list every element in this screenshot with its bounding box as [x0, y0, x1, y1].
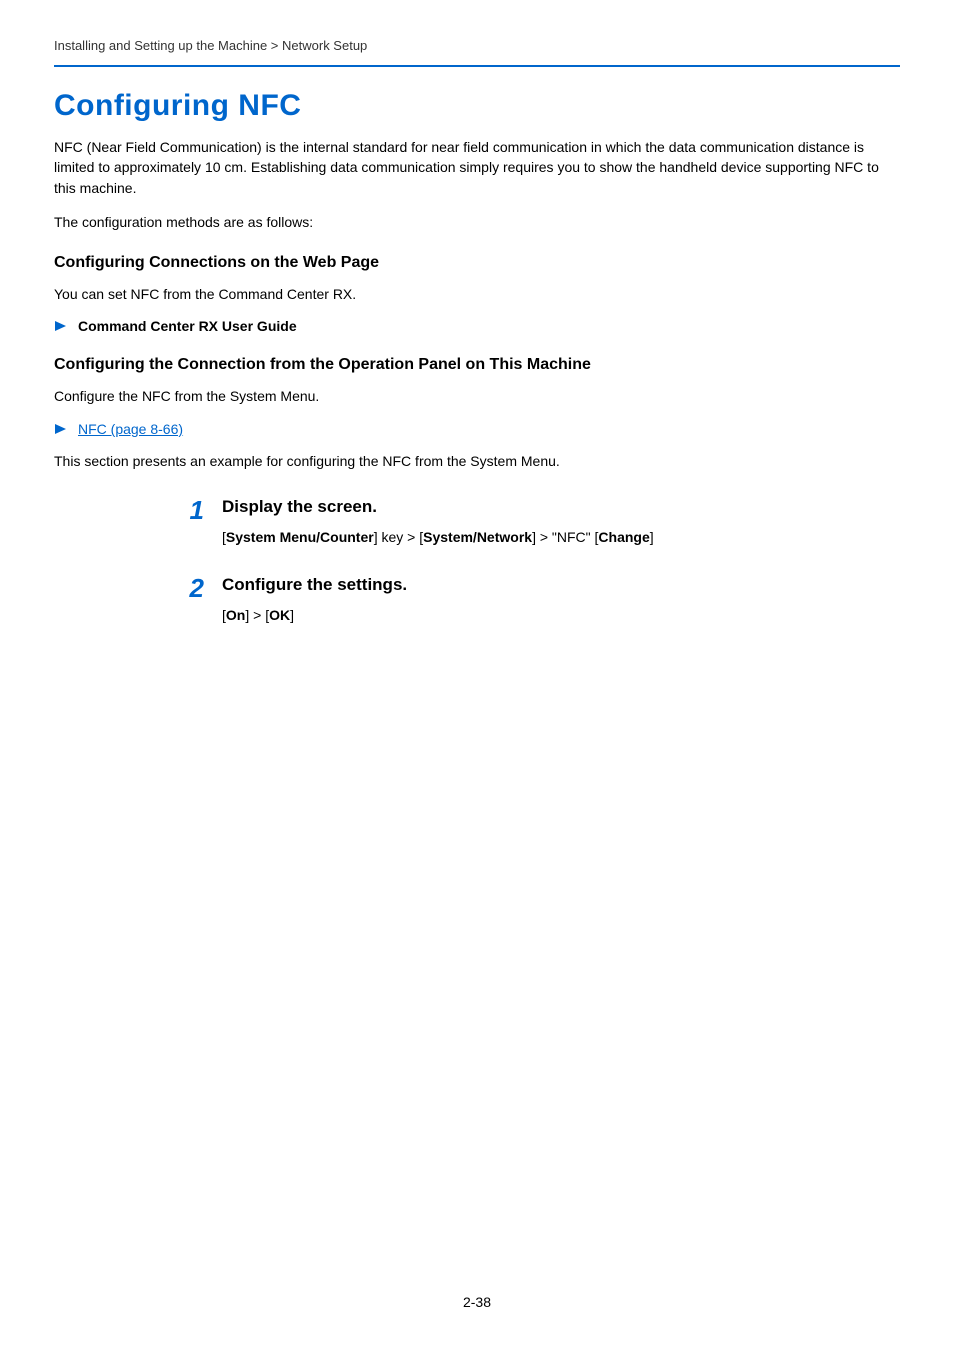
arrow-right-icon: [54, 422, 68, 436]
page-number: 2-38: [0, 1294, 954, 1310]
intro-paragraph-1: NFC (Near Field Communication) is the in…: [54, 137, 900, 198]
reference-1-text: Command Center RX User Guide: [78, 318, 297, 334]
nfc-page-link[interactable]: NFC (page 8-66): [78, 421, 183, 437]
reference-row-1: Command Center RX User Guide: [54, 318, 900, 334]
steps-container: 1 Display the screen. [System Menu/Count…: [184, 497, 900, 623]
step-2-title: Configure the settings.: [222, 575, 900, 595]
section-1-body: You can set NFC from the Command Center …: [54, 284, 900, 304]
header-divider: [54, 65, 900, 67]
step-2-text-part: On: [226, 607, 245, 623]
step-1-title: Display the screen.: [222, 497, 900, 517]
page-title: Configuring NFC: [54, 89, 900, 123]
step-1-text-part: ] key > [: [374, 529, 423, 545]
section-1-title: Configuring Connections on the Web Page: [54, 254, 900, 272]
step-1-text: [System Menu/Counter] key > [System/Netw…: [222, 529, 900, 545]
section-2-title: Configuring the Connection from the Oper…: [54, 356, 900, 374]
step-2-text-part: ] > [: [245, 607, 269, 623]
step-2-number: 2: [184, 575, 204, 601]
section-2-afterlink: This section presents an example for con…: [54, 451, 900, 471]
step-1-text-part: Change: [598, 529, 649, 545]
step-1-text-part: ]: [650, 529, 654, 545]
step-2-content: Configure the settings. [On] > [OK]: [222, 575, 900, 623]
step-2: 2 Configure the settings. [On] > [OK]: [184, 575, 900, 623]
breadcrumb: Installing and Setting up the Machine > …: [54, 38, 900, 53]
section-2-body: Configure the NFC from the System Menu.: [54, 386, 900, 406]
step-1-number: 1: [184, 497, 204, 523]
step-1-text-part: ] > "NFC" [: [532, 529, 598, 545]
step-1-text-part: System/Network: [423, 529, 532, 545]
arrow-right-icon: [54, 319, 68, 333]
step-1: 1 Display the screen. [System Menu/Count…: [184, 497, 900, 545]
step-1-content: Display the screen. [System Menu/Counter…: [222, 497, 900, 545]
reference-row-2: NFC (page 8-66): [54, 421, 900, 437]
step-2-text-part: ]: [290, 607, 294, 623]
step-2-text-part: OK: [269, 607, 290, 623]
step-1-text-part: System Menu/Counter: [226, 529, 374, 545]
step-2-text: [On] > [OK]: [222, 607, 900, 623]
intro-paragraph-2: The configuration methods are as follows…: [54, 212, 900, 232]
